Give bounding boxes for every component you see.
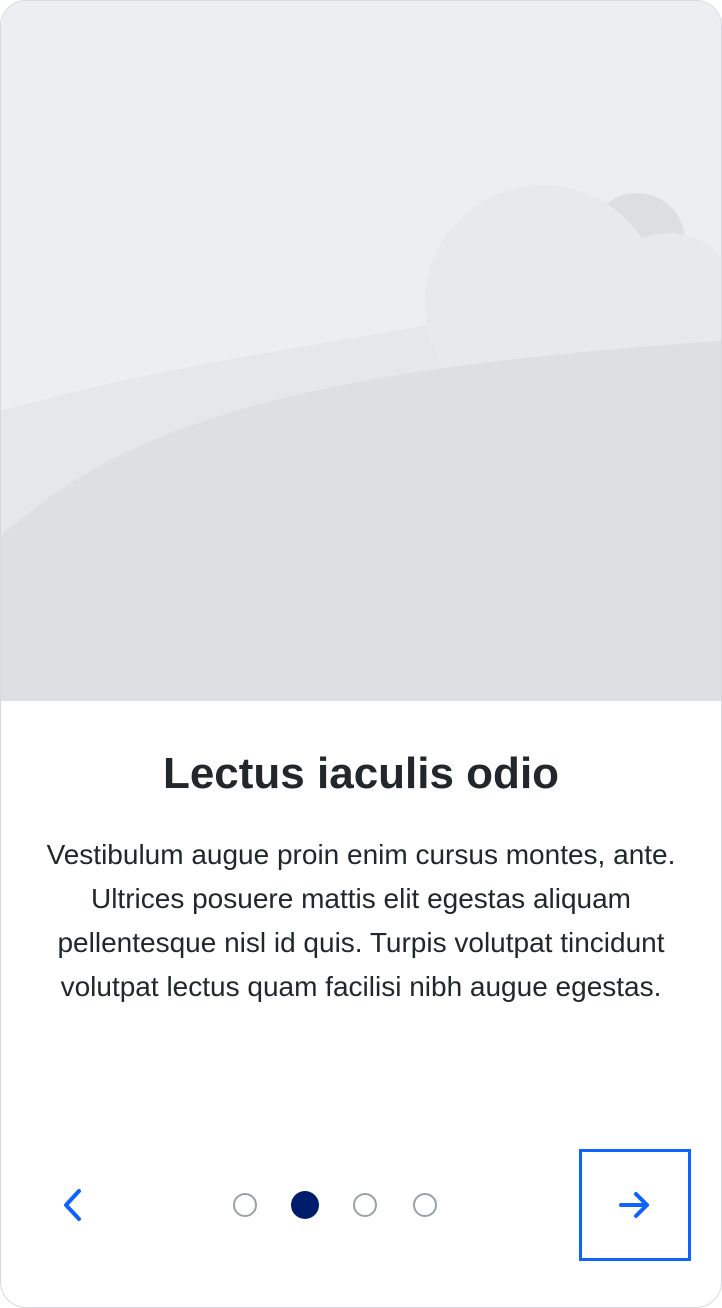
slide-title: Lectus iaculis odio — [162, 749, 560, 798]
slide-description: Vestibulum augue proin enim cursus monte… — [46, 839, 676, 1002]
page-dot-1[interactable] — [233, 1193, 257, 1217]
page-dot-2[interactable] — [291, 1191, 319, 1219]
carousel-navigation — [1, 1149, 721, 1261]
page-dot-4[interactable] — [413, 1193, 437, 1217]
chevron-left-icon — [64, 1189, 81, 1221]
hero-illustration — [1, 1, 721, 701]
previous-button[interactable] — [37, 1169, 109, 1241]
page-dot-3[interactable] — [353, 1193, 377, 1217]
pagination-dots — [233, 1189, 437, 1221]
placeholder-illustration-icon — [1, 1, 721, 701]
next-button[interactable] — [579, 1149, 691, 1261]
arrow-right-icon — [619, 1192, 649, 1218]
slide-content: Lectus iaculis odio Vestibulum augue pro… — [1, 701, 721, 1307]
onboarding-card: Lectus iaculis odio Vestibulum augue pro… — [0, 0, 722, 1308]
